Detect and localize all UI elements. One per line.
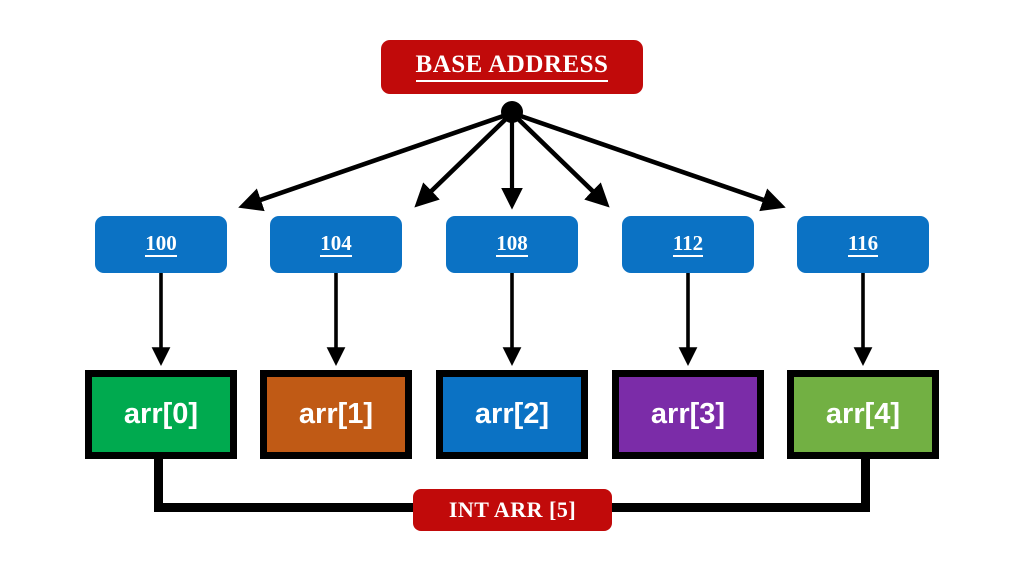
array-cell-label-0: arr[0] (123, 398, 199, 430)
base-address-label: BASE ADDRESS (415, 52, 609, 82)
arrow-base-to-104 (414, 111, 514, 208)
address-label-112: 112 (672, 231, 704, 257)
array-type-label: INT ARR [5] (448, 497, 577, 522)
base-address-box: BASE ADDRESS (381, 40, 643, 94)
array-cell-4: arr[4] (787, 370, 939, 459)
address-box-100: 100 (95, 216, 227, 273)
address-box-104: 104 (270, 216, 402, 273)
address-box-116: 116 (797, 216, 929, 273)
arrow-base-to-100 (238, 110, 513, 212)
array-cell-1: arr[1] (260, 370, 412, 459)
array-cell-label-4: arr[4] (825, 398, 901, 430)
array-type-box: INT ARR [5] (413, 489, 612, 531)
array-memory-diagram: BASE ADDRESS 100 104 108 112 116 arr[0] … (0, 0, 1024, 576)
array-cell-label-2: arr[2] (474, 398, 550, 430)
base-address-node (501, 101, 523, 123)
arrow-base-to-112 (510, 111, 610, 208)
address-box-108: 108 (446, 216, 578, 273)
address-label-100: 100 (145, 231, 177, 257)
array-cell-0: arr[0] (85, 370, 237, 459)
arrow-base-to-116 (511, 110, 786, 212)
array-cell-label-3: arr[3] (650, 398, 726, 430)
address-label-108: 108 (496, 231, 528, 257)
array-cell-2: arr[2] (436, 370, 588, 459)
address-label-116: 116 (847, 231, 879, 257)
address-label-104: 104 (320, 231, 352, 257)
array-cell-label-1: arr[1] (298, 398, 374, 430)
array-cell-3: arr[3] (612, 370, 764, 459)
address-box-112: 112 (622, 216, 754, 273)
